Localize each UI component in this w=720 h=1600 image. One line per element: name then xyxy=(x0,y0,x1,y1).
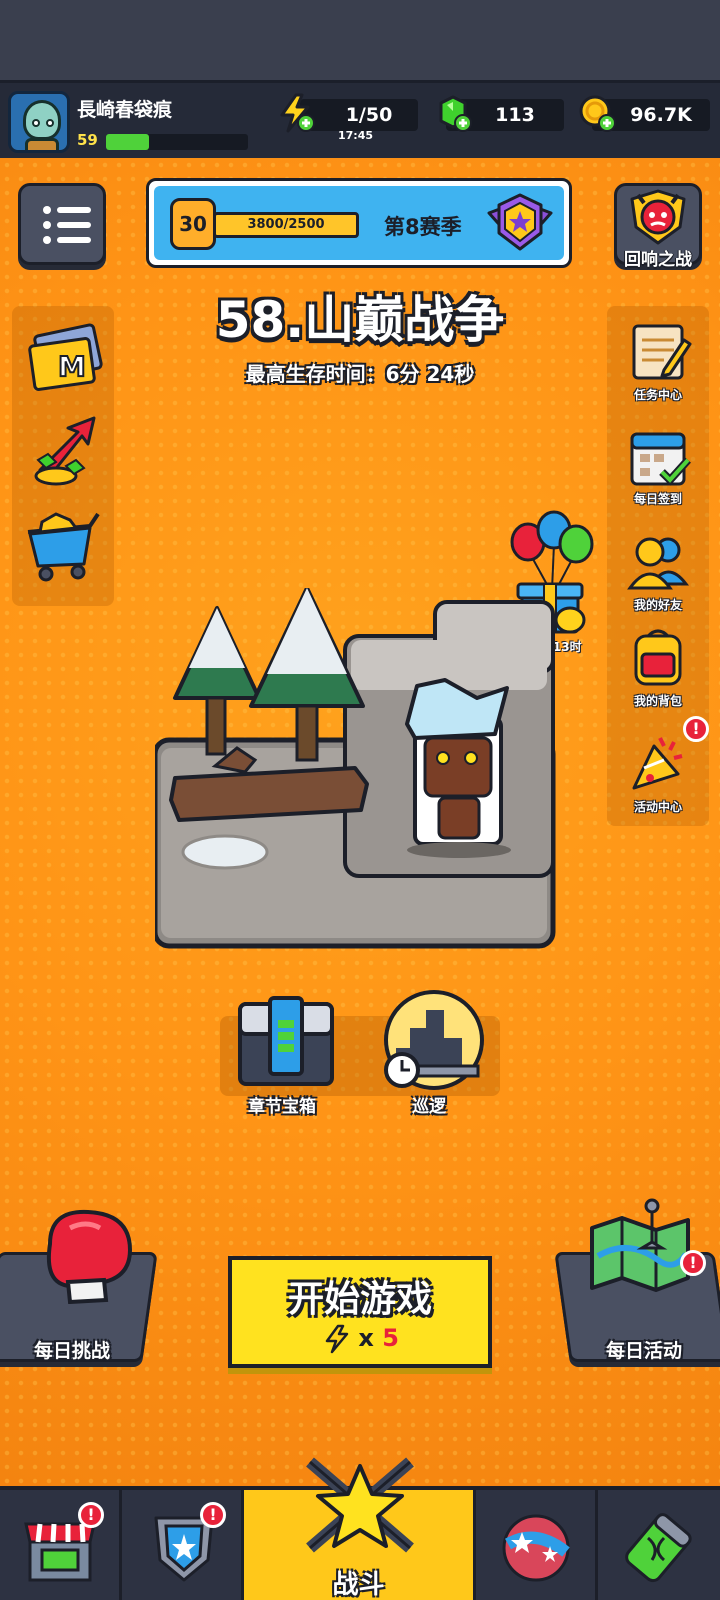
chapter-chest-icon[interactable] xyxy=(236,990,336,1090)
menu-button[interactable] xyxy=(18,183,106,265)
season-level-badge: 30 xyxy=(170,198,216,250)
status-bar: 長崎春袋痕 59 1/50 17:45 113 96.7K xyxy=(0,80,720,160)
patrol-label: 巡逻 xyxy=(412,1097,446,1117)
growth-fund-button[interactable] xyxy=(20,410,106,496)
boxing-glove-icon xyxy=(47,1209,133,1304)
friends-button[interactable]: 我的好友 xyxy=(607,524,709,624)
patrol-icon[interactable] xyxy=(380,988,486,1094)
nav-tab-battle[interactable]: 战斗 xyxy=(244,1457,476,1600)
nav-tab-talents[interactable] xyxy=(476,1490,598,1600)
echo-battle-button[interactable]: 回响之战 xyxy=(612,183,704,271)
backpack-button[interactable]: 我的背包 xyxy=(607,620,709,720)
m-card-button[interactable]: M xyxy=(20,314,106,400)
daily-checkin-button[interactable]: 每日签到 xyxy=(607,418,709,518)
chapter-chest-label: 章节宝箱 xyxy=(248,1097,316,1117)
daily-challenge-label: 每日挑战 xyxy=(34,1340,111,1362)
battle-star-swords-icon xyxy=(306,1457,414,1553)
star-orb-icon xyxy=(502,1514,570,1582)
shop-cart-icon xyxy=(27,512,100,582)
quest-scroll-icon xyxy=(632,324,692,380)
top-system-area xyxy=(0,0,720,80)
daily-event-label: 每日活动 xyxy=(606,1340,683,1362)
party-popper-icon xyxy=(632,737,683,790)
start-game-cost-value: 5 xyxy=(382,1324,399,1352)
echo-battle-label: 回响之战 xyxy=(624,250,692,270)
daily-event-alert-badge: ! xyxy=(680,1250,706,1276)
left-shortcut-panel: M xyxy=(12,306,114,606)
energy-cost-icon xyxy=(325,1324,349,1354)
season-progress-bar: 3800/2500 xyxy=(213,212,359,238)
nav-tab-equipment[interactable]: ! xyxy=(122,1490,244,1600)
season-rank-shield-icon xyxy=(487,193,553,251)
dna-capsule-icon xyxy=(625,1513,692,1583)
nav-tab-evolution[interactable] xyxy=(598,1490,720,1600)
main-lobby: 3800/2500 30 第8赛季 回响之战 58.山巅战争 最高生存时间：6分… xyxy=(0,158,720,1486)
player-name: 長崎春袋痕 xyxy=(77,99,173,121)
calendar-check-icon xyxy=(630,432,691,486)
gem-icon xyxy=(439,95,472,132)
energy-value: 1/50 xyxy=(345,104,393,126)
demon-shield-icon xyxy=(630,189,686,245)
friends-label: 我的好友 xyxy=(633,598,682,612)
event-center-label: 活动中心 xyxy=(633,800,682,814)
start-game-cost: x 5 xyxy=(324,1324,399,1354)
backpack-label: 我的背包 xyxy=(633,694,682,708)
player-avatar[interactable] xyxy=(8,91,70,153)
backpack-icon xyxy=(634,629,682,686)
energy-lightning-icon xyxy=(280,93,315,133)
start-game-label: 开始游戏 xyxy=(287,1279,432,1320)
player-xp-bar xyxy=(106,134,248,150)
start-game-button[interactable]: 开始游戏 x 5 xyxy=(228,1256,492,1368)
shop-alert-badge: ! xyxy=(78,1502,104,1528)
right-shortcut-panel: 任务中心 每日签到 我的好友 我的背包 活动中心 ! xyxy=(607,306,709,826)
growth-arrow-icon xyxy=(34,416,96,486)
season-title: 第8赛季 xyxy=(384,215,462,239)
season-pass-banner[interactable]: 3800/2500 30 第8赛季 xyxy=(146,178,572,268)
coin-icon xyxy=(579,95,616,132)
treasure-map-icon xyxy=(590,1198,690,1292)
player-level: 59 xyxy=(77,131,98,149)
friends-icon xyxy=(627,537,690,590)
quest-center-button[interactable]: 任务中心 xyxy=(607,314,709,414)
daily-checkin-label: 每日签到 xyxy=(633,492,682,506)
event-center-alert-badge: ! xyxy=(683,716,709,742)
equipment-alert-badge: ! xyxy=(200,1502,226,1528)
m-card-icon: M xyxy=(28,323,103,391)
quest-center-label: 任务中心 xyxy=(633,388,682,402)
svg-text:M: M xyxy=(58,350,86,383)
shop-cart-button[interactable] xyxy=(20,502,106,588)
energy-timer: 17:45 xyxy=(338,129,374,142)
nav-battle-label: 战斗 xyxy=(332,1570,385,1600)
bottom-navigation: ! ! 战斗 xyxy=(0,1457,720,1600)
stage-preview-scene[interactable] xyxy=(155,588,565,958)
energy-counter[interactable]: 1/50 17:45 xyxy=(300,99,418,142)
nav-tab-shop[interactable]: ! xyxy=(0,1490,122,1600)
